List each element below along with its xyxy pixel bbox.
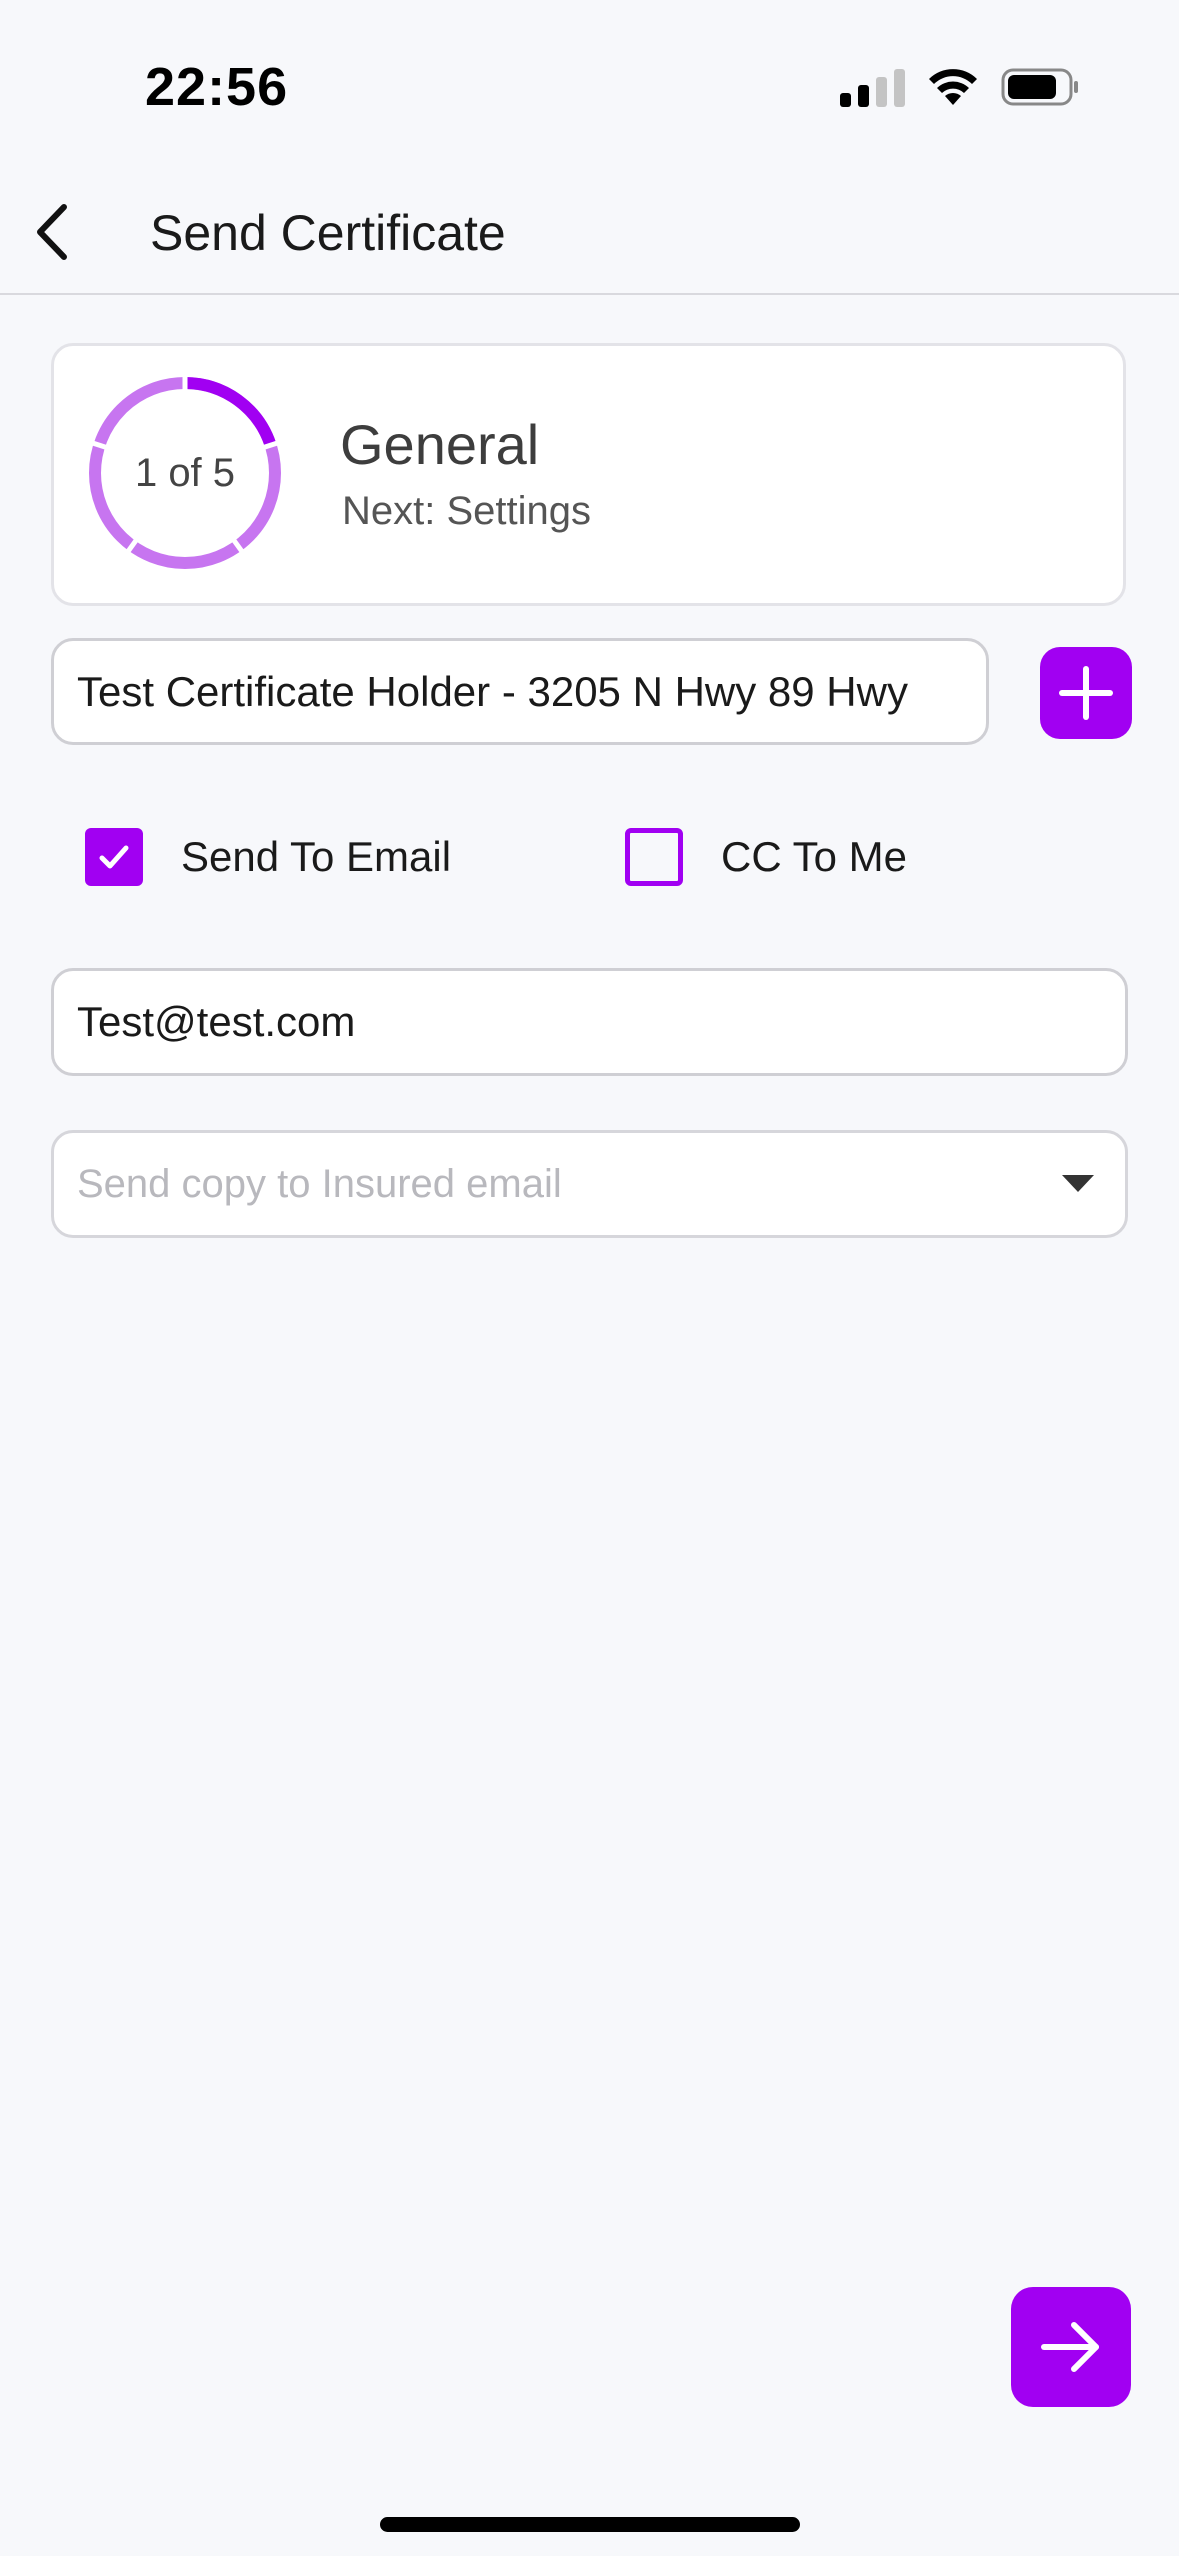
cc-to-me-label: CC To Me (721, 833, 907, 880)
dropdown-triangle-icon (1062, 1175, 1094, 1192)
plus-icon (1059, 666, 1113, 720)
certificate-holder-field[interactable]: Test Certificate Holder - 3205 N Hwy 89 … (51, 638, 989, 745)
cc-to-me-option[interactable]: CC To Me (625, 825, 907, 889)
next-button[interactable] (1011, 2287, 1131, 2407)
arrow-right-icon (1041, 2322, 1099, 2372)
cellular-signal-icon (840, 67, 905, 107)
home-indicator (380, 2517, 800, 2532)
send-to-email-checkbox[interactable] (85, 828, 143, 886)
email-field[interactable]: Test@test.com (51, 968, 1128, 1076)
step-progress-card: 1 of 5 General Next: Settings (51, 343, 1126, 606)
next-step-label: Next: Settings (342, 489, 592, 533)
battery-icon (1001, 68, 1078, 106)
nav-header: Send Certificate (0, 170, 1179, 295)
page-title: Send Certificate (150, 205, 506, 261)
add-holder-button[interactable] (1040, 647, 1132, 739)
checkmark-icon (99, 845, 129, 869)
progress-label: 1 of 5 (134, 450, 236, 495)
status-icons (840, 62, 1081, 112)
wifi-icon (929, 69, 977, 105)
send-to-email-option[interactable]: Send To Email (85, 825, 451, 889)
chevron-left-icon (37, 204, 67, 260)
status-time: 22:56 (145, 57, 289, 117)
back-button[interactable] (14, 194, 90, 270)
copy-to-insured-select[interactable]: Send copy to Insured email (51, 1130, 1128, 1238)
copy-select-placeholder: Send copy to Insured email (77, 1161, 562, 1206)
step-title: General (340, 413, 540, 476)
status-bar: 22:56 (0, 0, 1179, 170)
send-to-email-label: Send To Email (181, 833, 452, 880)
cc-to-me-checkbox[interactable] (625, 828, 683, 886)
